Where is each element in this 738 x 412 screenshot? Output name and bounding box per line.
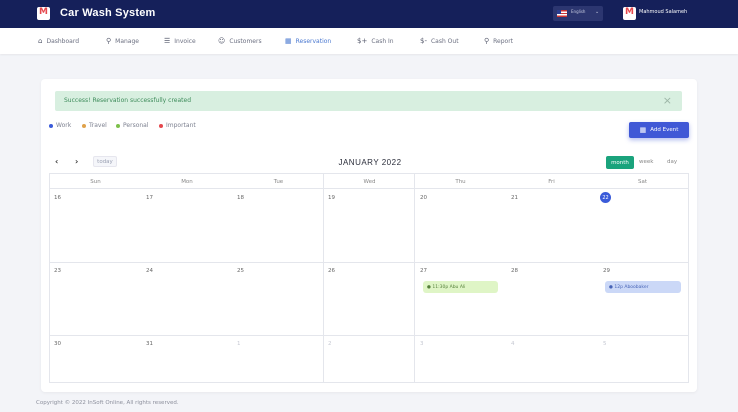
legend-label: Travel (89, 122, 107, 129)
invoice-icon: ☰ (164, 36, 171, 45)
weekday-header: Sun Mon Tue Wed Thu Fri Sat (50, 174, 688, 189)
day-number[interactable]: 17 (146, 195, 153, 201)
app-title: Car Wash System (60, 7, 156, 19)
user-avatar[interactable]: M (623, 7, 636, 20)
chevron-down-icon: ⌄ (595, 9, 600, 15)
legend-travel[interactable]: Travel (82, 122, 107, 129)
view-week-button[interactable]: week (639, 159, 653, 165)
legend-dot (116, 123, 120, 128)
logo-letter: M (39, 7, 48, 17)
legend-label: Important (166, 122, 196, 129)
wrench-icon: ⚲ (106, 36, 112, 45)
legend-personal[interactable]: Personal (116, 122, 149, 129)
user-name[interactable]: Mahmoud Salameh (639, 9, 687, 15)
legend-label: Personal (123, 122, 149, 129)
day-number[interactable]: 20 (420, 195, 427, 201)
app-logo[interactable]: M (37, 7, 50, 20)
day-number[interactable]: 31 (146, 341, 153, 347)
weekday-label: Sun (90, 178, 101, 185)
language-selector[interactable]: English ⌄ (553, 6, 603, 21)
weekday-label: Fri (548, 178, 555, 185)
nav-item-reservation[interactable]: ▦ Reservation (285, 36, 331, 46)
prev-month-button[interactable]: ‹ (55, 157, 58, 166)
view-day-button[interactable]: day (667, 159, 677, 165)
success-alert: Success! Reservation successfully create… (55, 91, 682, 111)
nav-label: Invoice (174, 37, 196, 45)
grid-line (50, 262, 688, 263)
day-number[interactable]: 2 (328, 341, 332, 347)
day-number[interactable]: 21 (511, 195, 518, 201)
day-number[interactable]: 3 (420, 341, 424, 347)
add-event-label: Add Event (650, 127, 679, 133)
day-number[interactable]: 5 (603, 341, 607, 347)
legend-work[interactable]: Work (49, 122, 71, 129)
report-icon: ⚲ (484, 36, 490, 45)
nav-label: Cash Out (430, 37, 459, 45)
legend-dot (49, 123, 53, 128)
legend-label: Work (56, 122, 72, 129)
legend-dot (82, 123, 86, 128)
weekday-label: Mon (181, 178, 193, 185)
grid-line (50, 335, 688, 336)
nav-label: Cash In (371, 37, 394, 45)
nav-item-manage[interactable]: ⚲ Manage (106, 36, 139, 46)
day-number[interactable]: 16 (54, 195, 61, 201)
grid-line (414, 174, 415, 382)
nav-item-dashboard[interactable]: ⌂ Dashboard (38, 36, 79, 46)
weekday-label: Tue (273, 178, 284, 185)
home-icon: ⌂ (38, 36, 43, 45)
next-month-button[interactable]: › (75, 157, 78, 166)
close-icon[interactable]: × (663, 94, 672, 107)
day-number[interactable]: 19 (328, 195, 335, 201)
nav-item-report[interactable]: ⚲ Report (484, 36, 513, 46)
us-flag-icon (557, 10, 567, 17)
calendar-icon: ▦ (639, 126, 647, 134)
grid-line (323, 174, 324, 382)
day-number[interactable]: 1 (237, 341, 241, 347)
nav-item-invoice[interactable]: ☰ Invoice (164, 36, 196, 46)
main-nav: ⌂ Dashboard ⚲ Manage ☰ Invoice ☺ Customers ▦… (0, 28, 738, 54)
event-chip[interactable]: ● 11:30p Abu Ali (423, 281, 498, 293)
legend-important[interactable]: Important (159, 122, 196, 129)
nav-label: Manage (115, 37, 139, 45)
day-number[interactable]: 26 (328, 268, 335, 274)
weekday-label: Thu (455, 178, 466, 185)
today-button[interactable]: today (93, 156, 117, 167)
top-bar: M Car Wash System English ⌄ M Mahmoud Sa… (0, 0, 738, 28)
nav-item-cash-out[interactable]: $- Cash Out (420, 36, 459, 46)
day-number[interactable]: 24 (146, 268, 153, 274)
day-number[interactable]: 28 (511, 268, 518, 274)
day-number[interactable]: 23 (54, 268, 61, 274)
language-label: English (571, 9, 586, 14)
event-chip[interactable]: ● 12p Aboobaker (605, 281, 681, 293)
calendar-icon: ▦ (285, 36, 292, 45)
view-month-button[interactable]: month (606, 156, 634, 169)
footer-copyright: Copyright © 2022 InSoft Online, All righ… (36, 400, 179, 406)
calendar-title: JANUARY 2022 (338, 158, 402, 167)
cash-in-icon: $+ (357, 36, 368, 45)
nav-item-cash-in[interactable]: $+ Cash In (357, 36, 394, 46)
day-number[interactable]: 25 (237, 268, 244, 274)
weekday-label: Sat (637, 178, 648, 185)
alert-message: Success! Reservation successfully create… (64, 97, 191, 104)
nav-label: Reservation (295, 37, 332, 45)
calendar-grid: Sun Mon Tue Wed Thu Fri Sat 16 17 18 19 … (49, 173, 689, 383)
users-icon: ☺ (218, 36, 226, 45)
day-number[interactable]: 30 (54, 341, 61, 347)
nav-item-customers[interactable]: ☺ Customers (218, 36, 262, 46)
nav-label: Dashboard (46, 37, 80, 45)
day-number[interactable]: 29 (603, 268, 610, 274)
day-number[interactable]: 27 (420, 268, 427, 274)
avatar-letter: M (625, 7, 634, 17)
add-event-button[interactable]: ▦ Add Event (629, 122, 689, 138)
today-day-number[interactable]: 22 (600, 192, 611, 203)
cash-out-icon: $- (420, 36, 427, 45)
weekday-label: Wed (363, 178, 376, 185)
day-number[interactable]: 18 (237, 195, 244, 201)
day-number[interactable]: 4 (511, 341, 515, 347)
legend-dot (159, 123, 163, 128)
nav-label: Customers (229, 37, 262, 45)
nav-label: Report (493, 37, 514, 45)
